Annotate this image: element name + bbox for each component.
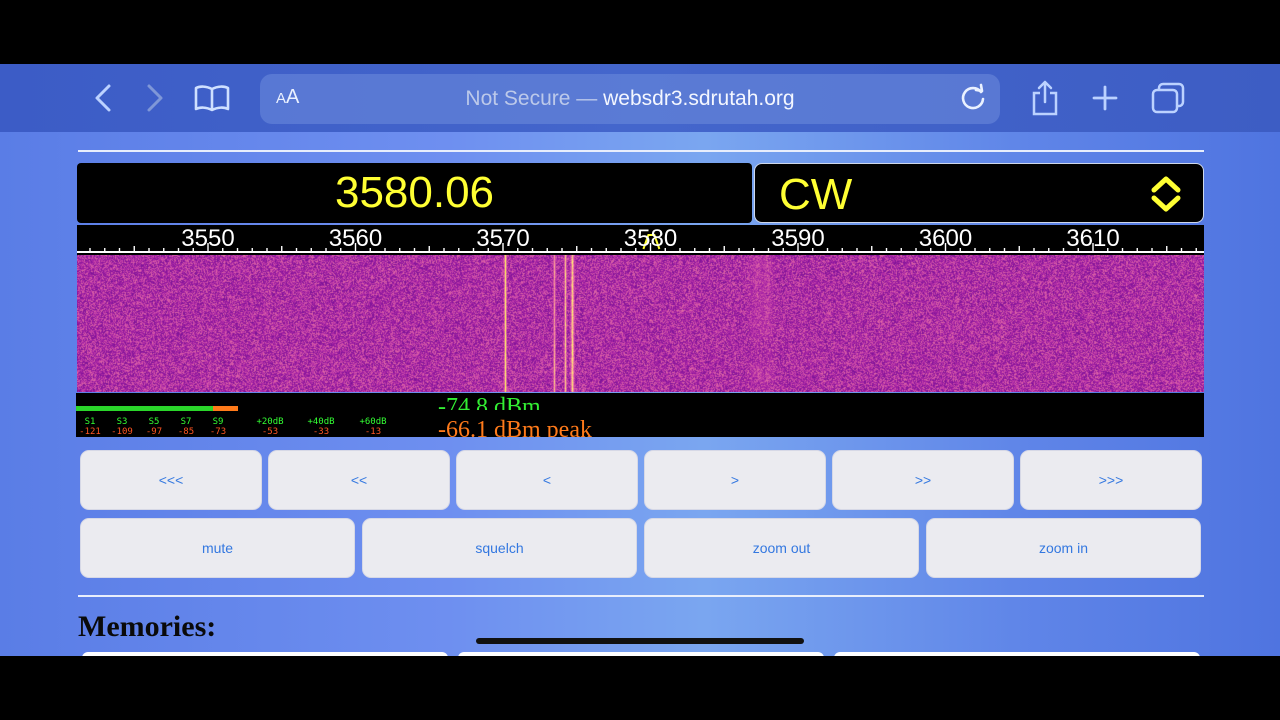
url-text[interactable]: Not Secure — websdr3.sdrutah.org	[260, 87, 1000, 111]
back-icon[interactable]	[88, 80, 118, 116]
memory-button[interactable]	[82, 652, 448, 656]
bookmarks-icon[interactable]	[192, 80, 232, 116]
s-meter-label: +40dB -33	[307, 417, 335, 437]
scale-label: 3600	[918, 225, 973, 252]
forward-icon[interactable]	[140, 80, 170, 116]
peak-dbm: -66.1 dBm peak	[438, 419, 592, 437]
browser-screen: AA Not Secure — websdr3.sdrutah.org 3580…	[0, 64, 1280, 656]
signal-meter: S1 -121 S3 -109 S5 -97 S7 -85 S9 -73 +20dB -53 +40dB…	[76, 393, 1204, 437]
mode-select[interactable]: CW	[754, 163, 1204, 223]
s-meter-label: S7 -85	[177, 417, 195, 437]
s-meter-label: +60dB -13	[359, 417, 387, 437]
signal-peak-bar	[213, 406, 238, 411]
s-meter-scale: S1 -121 S3 -109 S5 -97 S7 -85 S9 -73 +20dB -53 +40dB…	[76, 413, 401, 437]
s-meter-label: S1 -121	[79, 417, 101, 437]
frequency-display[interactable]: 3580.06	[77, 163, 752, 223]
frequency-scale[interactable]: 3550 3560 3570 3580 3590 3600 3610	[77, 225, 1204, 255]
memory-button[interactable]	[458, 652, 824, 656]
waterfall-display[interactable]	[77, 255, 1204, 392]
safari-toolbar: AA Not Secure — websdr3.sdrutah.org	[0, 64, 1280, 132]
scale-label: 3550	[181, 225, 235, 252]
s-meter-label: S5 -97	[145, 417, 163, 437]
squelch-button[interactable]: squelch	[362, 518, 637, 578]
tune-down-large-button[interactable]: <<<	[80, 450, 262, 510]
share-icon[interactable]	[1028, 80, 1062, 116]
s-meter-label: S9 -73	[209, 417, 227, 437]
chevron-up-down-icon	[1151, 176, 1181, 212]
signal-level-bar	[76, 406, 213, 411]
zoom-in-button[interactable]: zoom in	[926, 518, 1201, 578]
scale-label: 3590	[771, 225, 825, 252]
address-bar[interactable]: AA Not Secure — websdr3.sdrutah.org	[260, 74, 1000, 124]
signal-dbm: -74.8 dBm	[438, 396, 541, 410]
scale-label: 3560	[328, 225, 383, 252]
tune-up-medium-button[interactable]: >>	[832, 450, 1014, 510]
tune-down-medium-button[interactable]: <<	[268, 450, 450, 510]
memories-divider	[78, 595, 1204, 597]
tune-up-small-button[interactable]: >	[644, 450, 826, 510]
tune-up-large-button[interactable]: >>>	[1020, 450, 1202, 510]
tune-down-small-button[interactable]: <	[456, 450, 638, 510]
scale-label: 3580	[623, 225, 678, 252]
mute-button[interactable]: mute	[80, 518, 355, 578]
memory-button[interactable]	[834, 652, 1200, 656]
new-tab-icon[interactable]	[1090, 80, 1120, 116]
tabs-icon[interactable]	[1150, 80, 1186, 116]
scale-label: 3610	[1066, 225, 1120, 252]
memories-heading: Memories:	[78, 610, 217, 643]
scale-label: 3570	[476, 225, 530, 252]
s-meter-label: S3 -109	[111, 417, 133, 437]
s-meter-label: +20dB -53	[256, 417, 284, 437]
home-indicator[interactable]	[476, 638, 804, 644]
reload-icon[interactable]	[958, 83, 988, 118]
zoom-out-button[interactable]: zoom out	[644, 518, 919, 578]
top-divider	[78, 150, 1204, 152]
mode-value: CW	[779, 170, 853, 219]
frequency-value[interactable]: 3580.06	[335, 168, 494, 217]
